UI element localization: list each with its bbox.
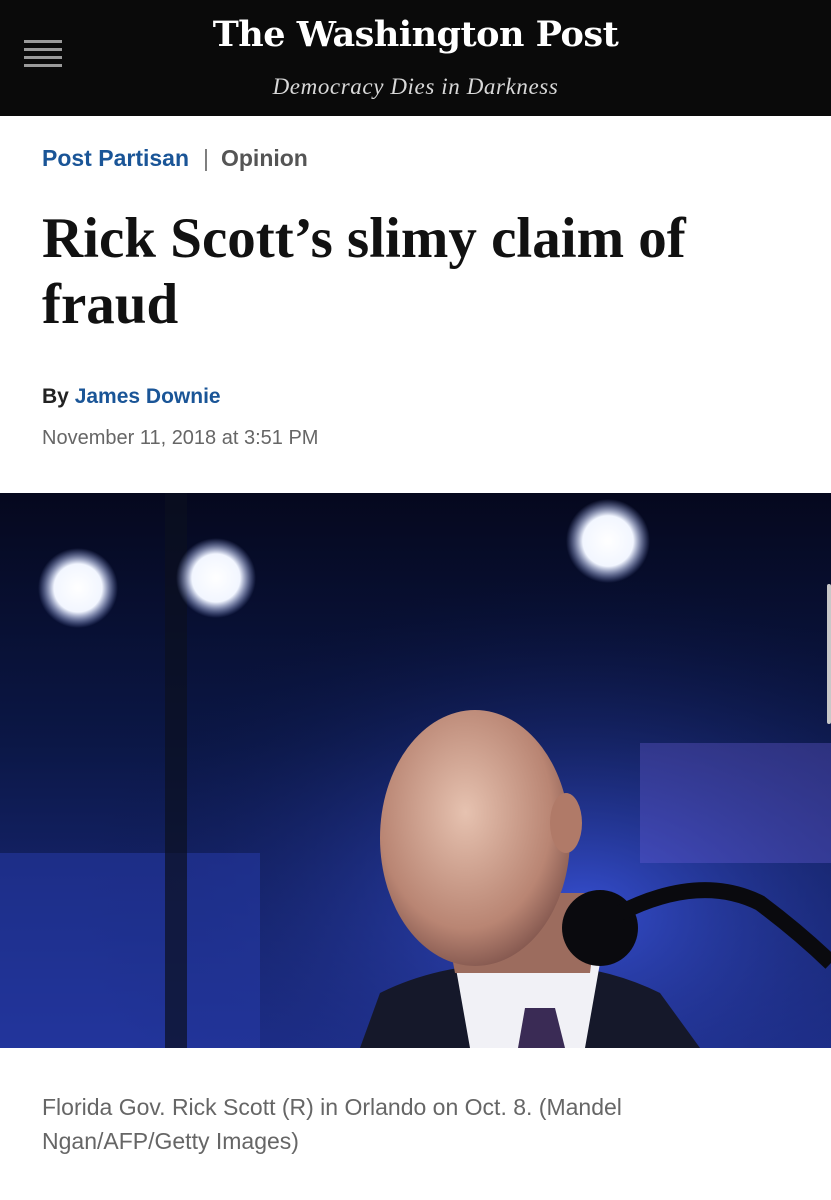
article-headline: Rick Scott’s slimy claim of fraud — [42, 207, 686, 336]
site-tagline: Democracy Dies in Darkness — [272, 74, 559, 99]
article-photo — [0, 493, 831, 1048]
section-link[interactable]: Post Partisan — [42, 145, 189, 171]
kicker-label: Opinion — [220, 145, 308, 171]
kicker-separator: | — [203, 145, 209, 171]
scrollbar[interactable] — [827, 584, 831, 724]
article-kicker: Post Partisan | Opinion — [42, 145, 308, 172]
masthead: The Washington Post Democracy Dies in Da… — [0, 0, 831, 116]
byline-prefix: By — [42, 385, 69, 408]
author-link[interactable]: James Downie — [75, 385, 221, 408]
publish-date: November 11, 2018 at 3:51 PM — [42, 427, 319, 449]
byline: By James Downie — [42, 385, 221, 409]
site-logo[interactable]: The Washington Post — [0, 14, 831, 55]
photo-caption: Florida Gov. Rick Scott (R) in Orlando o… — [42, 1094, 622, 1154]
photo-illustration — [0, 493, 831, 1048]
